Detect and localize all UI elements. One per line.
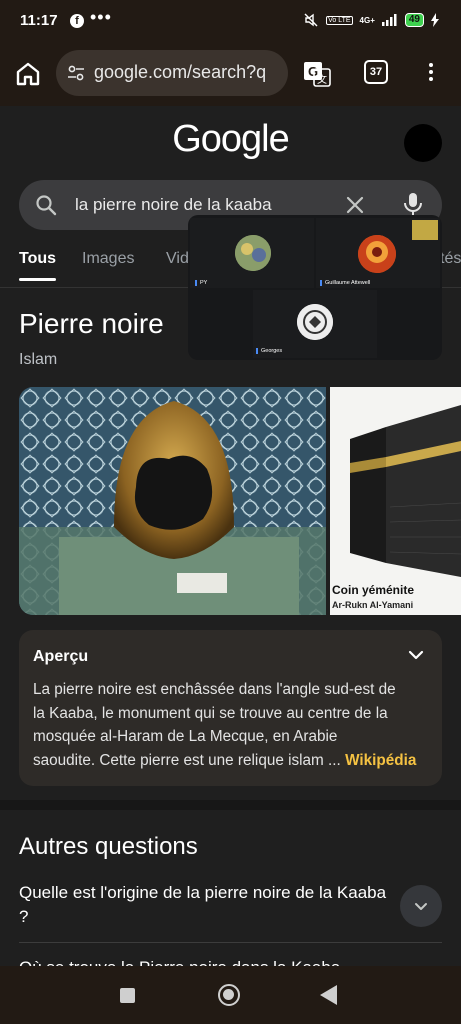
section-divider: [0, 800, 461, 810]
url-text: google.com/search?q: [94, 62, 267, 82]
participant-name: Georges: [256, 348, 282, 354]
apercu-ellipsis: ...: [323, 751, 346, 769]
signal-icon: [381, 14, 397, 26]
participant-name: PY: [195, 280, 207, 286]
wikipedia-link[interactable]: Wikipédia: [345, 752, 416, 769]
black-stone-photo: [19, 387, 326, 615]
apercu-heading: Aperçu: [33, 648, 89, 665]
volte-icon: Vo LTE: [326, 15, 353, 25]
knowledge-panel-title: Pierre noire: [19, 308, 164, 339]
black-stone-image[interactable]: [19, 387, 326, 615]
recents-icon[interactable]: [120, 988, 135, 1003]
kaaba-image[interactable]: Coin yéménite Ar-Rukn Al-Yamani: [330, 387, 461, 615]
participant-name: Guillaume Attewell: [320, 280, 370, 286]
participant-tile: PY: [190, 218, 314, 288]
apercu-line: saoudite. Cette pierre est une relique i…: [33, 751, 324, 769]
video-call-overlay[interactable]: PY Guillaume Attewell Georges: [188, 215, 442, 360]
tab-switcher-button[interactable]: 37: [364, 60, 388, 84]
mute-icon: [304, 13, 318, 27]
search-input[interactable]: la pierre noire de la kaaba: [75, 195, 272, 215]
account-avatar[interactable]: [404, 124, 442, 162]
status-icons: Vo LTE 4G+ 49: [303, 12, 439, 28]
apercu-line: la Kaaba, le monument qui se trouve au c…: [33, 704, 388, 722]
participant-thumbnail: [412, 220, 438, 240]
expand-question-button[interactable]: [400, 885, 442, 927]
apercu-text: La pierre noire est enchâssée dans l'ang…: [33, 678, 429, 772]
charging-icon: [431, 13, 439, 27]
autres-questions-title: Autres questions: [19, 833, 198, 860]
kaaba-caption: Coin yéménite: [332, 583, 415, 597]
status-bar: 11:17 f ••• Vo LTE 4G+ 49: [0, 0, 461, 44]
apercu-card[interactable]: Aperçu La pierre noire est enchâssée dan…: [19, 630, 442, 786]
participant-avatar: [235, 235, 271, 271]
home-nav-icon[interactable]: [218, 984, 240, 1006]
battery-icon: 49: [404, 13, 424, 27]
more-notifications-icon: •••: [90, 7, 112, 27]
site-settings-icon[interactable]: [66, 63, 86, 83]
question-item[interactable]: Quelle est l'origine de la pierre noire …: [19, 881, 389, 929]
tab-videos[interactable]: Vid: [166, 250, 189, 268]
kaaba-subcaption: Ar-Rukn Al-Yamani: [332, 600, 414, 610]
clear-icon[interactable]: [345, 195, 365, 215]
back-icon[interactable]: [320, 985, 337, 1005]
google-logo: Google: [172, 118, 290, 160]
search-icon: [36, 195, 57, 216]
translate-icon[interactable]: G文: [302, 59, 332, 89]
apercu-line: La pierre noire est enchâssée dans l'ang…: [33, 681, 396, 698]
participant-tile: Georges: [253, 290, 377, 358]
knowledge-panel-subtitle: Islam: [19, 351, 58, 368]
overflow-menu-icon[interactable]: [424, 60, 438, 88]
kaaba-illustration: [330, 387, 461, 615]
apercu-line: mosquée al-Haram de La Mecque, en Arabie: [33, 728, 338, 745]
address-bar[interactable]: google.com/search?q: [56, 50, 288, 96]
svg-text:文: 文: [317, 73, 327, 86]
facebook-icon: f: [70, 14, 84, 28]
participant-avatar: [297, 304, 333, 340]
tab-tous[interactable]: Tous: [19, 250, 57, 281]
tab-actualites[interactable]: tés: [440, 250, 461, 268]
home-icon[interactable]: [12, 58, 44, 90]
system-nav-bar: [0, 966, 461, 1024]
status-time: 11:17: [20, 12, 58, 29]
participant-avatar: [358, 235, 396, 273]
participant-tile: Guillaume Attewell: [316, 218, 440, 288]
question-divider: [19, 942, 442, 943]
network-type: 4G+: [359, 15, 375, 25]
browser-toolbar: google.com/search?q G文 37: [0, 44, 461, 106]
chevron-down-icon: [415, 903, 427, 910]
tab-images[interactable]: Images: [82, 250, 134, 268]
chevron-down-icon[interactable]: [407, 646, 425, 664]
